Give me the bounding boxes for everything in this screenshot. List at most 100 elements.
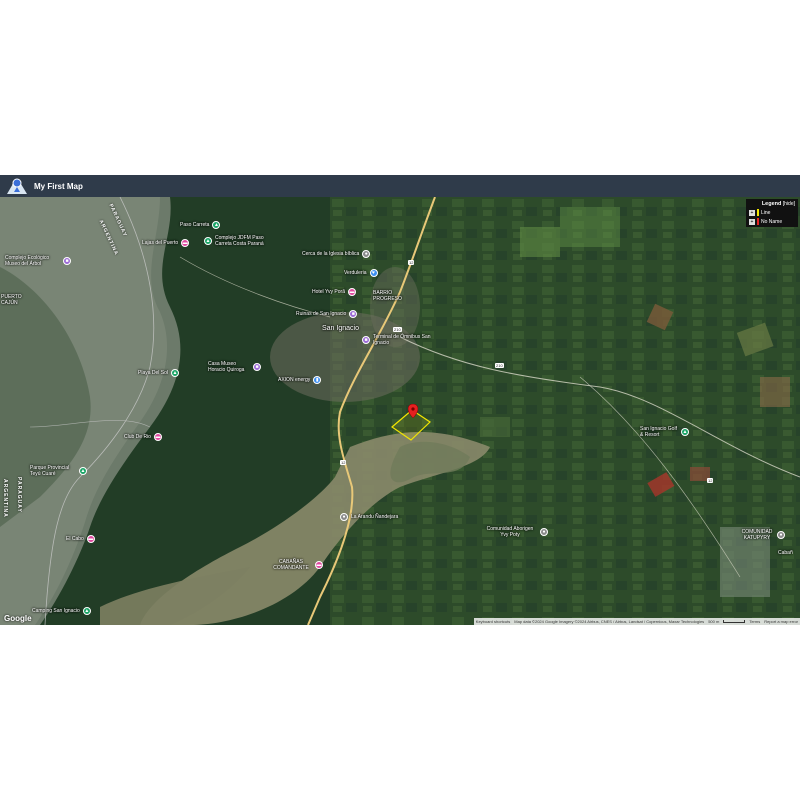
poi-museo-del-arbol[interactable]: Complejo Ecológico Museo del Árbol ■ bbox=[5, 255, 71, 267]
map-legend: Legend [hide] + Line + No Name bbox=[746, 199, 798, 227]
legend-item-line[interactable]: + Line bbox=[749, 209, 795, 216]
museum-icon: ■ bbox=[253, 363, 261, 371]
poi-label: Lajas del Puerto bbox=[142, 240, 179, 246]
road-shield: 210 bbox=[393, 327, 402, 332]
park-icon: ▲ bbox=[171, 369, 180, 377]
poi-label: Complejo JDFM Paso Carreta Costa Paraná bbox=[215, 235, 264, 247]
legend-swatch bbox=[757, 209, 759, 216]
satellite-map[interactable]: ARGENTINA PARAGUAY ARGENTINA PARAGUAY Sa… bbox=[0, 197, 800, 625]
park-icon: ▲ bbox=[204, 237, 212, 245]
satellite-imagery bbox=[0, 197, 800, 625]
app-title: My First Map bbox=[34, 181, 83, 191]
legend-swatch bbox=[757, 218, 759, 225]
hotel-icon: ▬ bbox=[181, 239, 190, 247]
museum-icon: ■ bbox=[63, 257, 71, 265]
poi-iglesia[interactable]: Cerca de la Iglesia bíblica ● bbox=[302, 250, 371, 258]
poi-hotel-yvy-pora[interactable]: Hotel Yvy Porã ▬ bbox=[312, 288, 356, 296]
poi-playa-del-sol[interactable]: Playa Del Sol ▲ bbox=[138, 369, 180, 377]
poi-label: COMUNIDAD KATUPYRY bbox=[741, 529, 773, 541]
poi-label: Cerca de la Iglesia bíblica bbox=[302, 251, 360, 257]
legend-title: Legend bbox=[761, 201, 782, 207]
google-logo[interactable]: Google bbox=[4, 614, 32, 623]
hotel-icon: ▬ bbox=[315, 561, 323, 569]
report-error-link[interactable]: Report a map error bbox=[764, 619, 798, 624]
hotel-icon: ▬ bbox=[86, 535, 95, 543]
poi-axion[interactable]: AXION energy ▮ bbox=[278, 376, 322, 384]
poi-label: Hotel Yvy Porã bbox=[312, 289, 345, 295]
legend-item-no-name[interactable]: + No Name bbox=[749, 218, 795, 225]
scale-label[interactable]: 500 m bbox=[708, 619, 719, 624]
poi-cabana-edge: Cabañ bbox=[778, 550, 793, 556]
app-logo-icon[interactable] bbox=[4, 175, 30, 197]
poi-arandu[interactable]: ● La Arandu Ñandejara bbox=[340, 513, 398, 521]
poi-casa-museo[interactable]: Casa Museo Horacio Quiroga ■ bbox=[208, 361, 261, 373]
legend-label: No Name bbox=[761, 218, 783, 225]
poi-camping[interactable]: Camping San Ignacio ▲ bbox=[32, 607, 91, 615]
poi-cabanas-comandante[interactable]: CABAÑAS COMANDANTE ▬ bbox=[270, 559, 323, 571]
poi-label: La Arandu Ñandejara bbox=[351, 514, 399, 520]
poi-barrio-progreso: BARRIO PROGRESO bbox=[373, 290, 405, 302]
country-label: ARGENTINA bbox=[2, 479, 8, 518]
terms-link[interactable]: Terms bbox=[749, 619, 760, 624]
map-data-attribution: Map data ©2024 Google Imagery ©2024 Airb… bbox=[514, 619, 705, 624]
top-bar: My First Map bbox=[0, 175, 800, 197]
poi-label: Verduleria bbox=[344, 270, 367, 276]
hotel-icon: ▬ bbox=[153, 433, 162, 441]
road-shield: 210 bbox=[495, 363, 504, 368]
poi-label: Club De Rio bbox=[124, 434, 151, 440]
poi-ruinas[interactable]: Ruinas de San Ignacio ■ bbox=[296, 310, 358, 318]
map-attribution-bar: Keyboard shortcuts Map data ©2024 Google… bbox=[473, 618, 800, 625]
expand-icon[interactable]: + bbox=[749, 209, 755, 216]
road-shield: 12 bbox=[340, 460, 347, 465]
museum-icon: ■ bbox=[349, 310, 358, 318]
place-icon: ● bbox=[540, 528, 548, 536]
poi-label: AXION energy bbox=[278, 377, 311, 383]
place-icon: ● bbox=[340, 513, 348, 521]
poi-yvy-poty[interactable]: Comunidad Aborigen Yvy Poty ● bbox=[482, 526, 548, 538]
poi-puerto-cajun: PUERTO CAJÚN bbox=[1, 294, 23, 306]
poi-label: Casa Museo Horacio Quiroga bbox=[208, 361, 245, 373]
poi-complejo-jdfm[interactable]: ▲ Complejo JDFM Paso Carreta Costa Paran… bbox=[204, 235, 275, 247]
poi-label: BARRIO PROGRESO bbox=[373, 290, 402, 302]
poi-label: CABAÑAS COMANDANTE bbox=[273, 559, 309, 571]
country-label: PARAGUAY bbox=[16, 477, 22, 513]
poi-label: Playa Del Sol bbox=[138, 370, 169, 376]
poi-teyu-cuare[interactable]: Parque Provincial Teyú Cuaré ▲ bbox=[30, 465, 87, 477]
hotel-icon: ▬ bbox=[347, 288, 356, 296]
legend-label: Line bbox=[761, 209, 771, 216]
poi-label: Paso Carreta bbox=[180, 222, 210, 228]
map-app: My First Map ARGENTINA PARAGUAY ARGENTIN… bbox=[0, 175, 800, 625]
bus-icon: ■ bbox=[362, 336, 370, 344]
legend-header: Legend [hide] bbox=[749, 201, 795, 207]
poi-paso-carreta[interactable]: Paso Carreta ▲ bbox=[180, 221, 221, 229]
poi-label: Cabañ bbox=[778, 550, 793, 556]
poi-label: Terminal de Ómnibus San Ignacio bbox=[373, 334, 431, 346]
town-label: San Ignacio bbox=[322, 325, 359, 332]
poi-golf-resort[interactable]: San Ignacio Golf & Resort ▲ bbox=[640, 426, 689, 438]
poi-label: El Cabo bbox=[66, 536, 84, 542]
poi-label: Complejo Ecológico Museo del Árbol bbox=[5, 255, 50, 267]
poi-verduleria[interactable]: Verduleria ♥ bbox=[344, 269, 378, 277]
park-icon: ▲ bbox=[212, 221, 221, 229]
place-icon: ● bbox=[777, 531, 785, 539]
fuel-icon: ▮ bbox=[313, 376, 322, 384]
poi-terminal[interactable]: ■ Terminal de Ómnibus San Ignacio bbox=[362, 334, 431, 346]
poi-club-de-rio[interactable]: Club De Rio ▬ bbox=[124, 433, 162, 441]
poi-label: Parque Provincial Teyú Cuaré bbox=[30, 465, 70, 477]
shop-icon: ♥ bbox=[369, 269, 378, 277]
poi-lajas-del-puerto[interactable]: Lajas del Puerto ▬ bbox=[142, 239, 190, 247]
poi-label: San Ignacio Golf & Resort bbox=[640, 426, 677, 438]
park-icon: ▲ bbox=[82, 607, 91, 615]
poi-el-cabo[interactable]: El Cabo ▬ bbox=[66, 535, 95, 543]
road-shield: 12 bbox=[408, 260, 415, 265]
poi-label: PUERTO CAJÚN bbox=[1, 294, 22, 306]
poi-katupyry[interactable]: COMUNIDAD KATUPYRY ● bbox=[738, 529, 785, 541]
expand-icon[interactable]: + bbox=[749, 218, 755, 225]
keyboard-shortcuts-link[interactable]: Keyboard shortcuts bbox=[476, 619, 510, 624]
park-icon: ▲ bbox=[681, 428, 689, 436]
road-shield: 12 bbox=[707, 478, 714, 483]
place-icon: ● bbox=[362, 250, 371, 258]
legend-hide-link[interactable]: [hide] bbox=[783, 201, 795, 207]
poi-label: Ruinas de San Ignacio bbox=[296, 311, 347, 317]
poi-label: Camping San Ignacio bbox=[32, 608, 80, 614]
